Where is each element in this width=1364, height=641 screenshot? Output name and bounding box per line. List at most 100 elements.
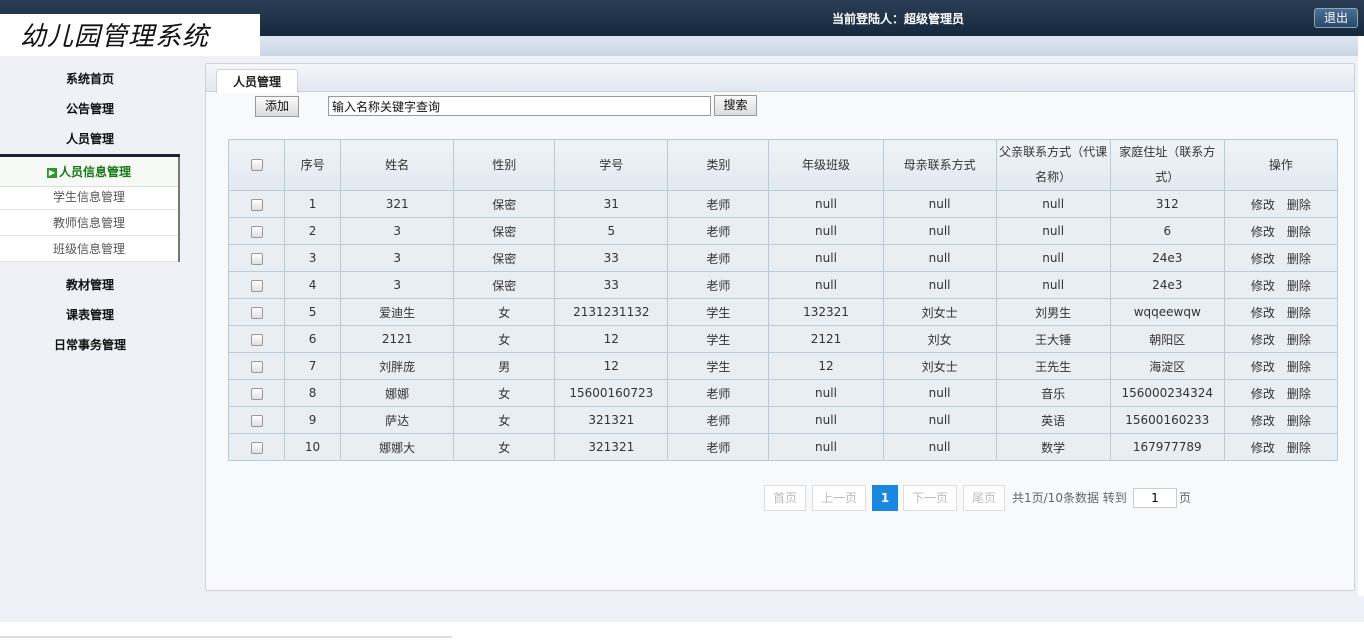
col-header: 家庭住址（联系方式） (1109, 139, 1225, 191)
delete-link[interactable]: 删除 (1287, 225, 1311, 239)
tab-personnel[interactable]: 人员管理 (216, 69, 298, 93)
edit-link[interactable]: 修改 (1251, 252, 1275, 266)
row-actions: 修改 删除 (1223, 271, 1339, 299)
row-select-cell (227, 325, 286, 353)
table-cell: 娜娜大 (340, 433, 455, 461)
delete-link[interactable]: 删除 (1287, 360, 1311, 374)
page-1-button[interactable]: 1 (872, 485, 898, 511)
edit-link[interactable]: 修改 (1251, 225, 1275, 239)
table-cell: wqqeewqw (1109, 298, 1225, 326)
row-checkbox[interactable] (250, 414, 263, 427)
table-cell: 保密 (453, 244, 556, 272)
table-cell: 24e3 (1109, 244, 1225, 272)
table-cell: 321321 (554, 406, 669, 434)
sidebar-item-class[interactable]: 班级信息管理 (0, 236, 178, 262)
delete-link[interactable]: 删除 (1287, 441, 1311, 455)
delete-link[interactable]: 删除 (1287, 279, 1311, 293)
table-cell: null (768, 217, 884, 245)
table-cell: 132321 (768, 298, 884, 326)
table-cell: 老师 (667, 217, 770, 245)
table-cell: 15600160723 (554, 379, 669, 407)
menu-home[interactable]: 系统首页 (0, 70, 180, 87)
delete-link[interactable]: 删除 (1287, 306, 1311, 320)
table-cell: 保密 (453, 190, 556, 218)
table-cell: 312 (1109, 190, 1225, 218)
sidebar-item-label: 人员信息管理 (58, 165, 131, 179)
sidebar: 系统首页 公告管理 人员管理 教材管理 课表管理 日常事务管理 (0, 60, 205, 620)
table-cell: 31 (554, 190, 669, 218)
personnel-submenu: ▶ 人员信息管理 学生信息管理 教师信息管理 班级信息管理 (0, 154, 180, 262)
edit-link[interactable]: 修改 (1251, 441, 1275, 455)
delete-link[interactable]: 删除 (1287, 387, 1311, 401)
menu-daily[interactable]: 日常事务管理 (0, 336, 180, 353)
row-checkbox[interactable] (250, 225, 263, 238)
search-button[interactable]: 搜索 (714, 95, 757, 116)
row-checkbox[interactable] (250, 279, 263, 292)
table-cell: null (882, 406, 997, 434)
table-cell: 女 (453, 433, 556, 461)
table-cell: null (995, 244, 1111, 272)
table-cell: 学生 (667, 352, 770, 380)
delete-link[interactable]: 删除 (1287, 414, 1311, 428)
goto-page-input[interactable] (1133, 488, 1177, 508)
row-select-cell (227, 406, 286, 434)
edit-link[interactable]: 修改 (1251, 414, 1275, 428)
table-cell: null (768, 271, 884, 299)
col-header: 性别 (453, 139, 556, 191)
col-header: 操作 (1223, 139, 1339, 191)
row-actions: 修改 删除 (1223, 217, 1339, 245)
table-cell: 音乐 (995, 379, 1111, 407)
edit-link[interactable]: 修改 (1251, 333, 1275, 347)
table-row: 4 3 保密 33 老师 null null null 24e3 修改 删除 (227, 271, 1339, 299)
table-cell: 女 (453, 406, 556, 434)
menu-textbook[interactable]: 教材管理 (0, 276, 180, 293)
edit-link[interactable]: 修改 (1251, 306, 1275, 320)
row-checkbox[interactable] (250, 360, 263, 373)
table-cell: null (882, 271, 997, 299)
table-cell: null (768, 406, 884, 434)
last-page-button[interactable]: 尾页 (963, 485, 1005, 511)
row-checkbox[interactable] (250, 387, 263, 400)
table-cell: 12 (554, 352, 669, 380)
main-panel: 人员管理 添加 搜索 序号 姓名 性别 学号 类别 年级班级 母亲联系方式 父亲… (205, 63, 1355, 591)
table-cell: 朝阳区 (1109, 325, 1225, 353)
delete-link[interactable]: 删除 (1287, 198, 1311, 212)
table-cell: 3 (340, 244, 455, 272)
sidebar-item-teacher[interactable]: 教师信息管理 (0, 210, 178, 236)
table-cell: 萨达 (340, 406, 455, 434)
select-all-checkbox[interactable] (250, 159, 263, 171)
table-cell: 刘女 (882, 325, 997, 353)
menu-notice[interactable]: 公告管理 (0, 100, 180, 117)
row-checkbox[interactable] (250, 306, 263, 319)
table-cell: null (882, 433, 997, 461)
login-label: 当前登陆人： (832, 12, 905, 26)
delete-link[interactable]: 删除 (1287, 252, 1311, 266)
row-checkbox[interactable] (250, 441, 263, 454)
row-checkbox[interactable] (250, 333, 263, 346)
first-page-button[interactable]: 首页 (764, 485, 806, 511)
sidebar-item-student[interactable]: 学生信息管理 (0, 184, 178, 210)
sidebar-item-personnel-info[interactable]: ▶ 人员信息管理 (0, 157, 178, 187)
row-checkbox[interactable] (250, 252, 263, 265)
next-page-button[interactable]: 下一页 (903, 485, 957, 511)
right-edge (1358, 36, 1364, 596)
edit-link[interactable]: 修改 (1251, 387, 1275, 401)
table-cell: 156000234324 (1109, 379, 1225, 407)
menu-schedule[interactable]: 课表管理 (0, 306, 180, 323)
edit-link[interactable]: 修改 (1251, 360, 1275, 374)
table-cell: 2131231132 (554, 298, 669, 326)
edit-link[interactable]: 修改 (1251, 279, 1275, 293)
row-select-cell (227, 298, 286, 326)
row-select-cell (227, 379, 286, 407)
logout-button[interactable]: 退出 (1314, 8, 1358, 28)
add-button[interactable]: 添加 (255, 96, 299, 117)
search-input[interactable] (328, 96, 711, 116)
menu-personnel[interactable]: 人员管理 (0, 130, 180, 147)
delete-link[interactable]: 删除 (1287, 333, 1311, 347)
table-cell: null (768, 244, 884, 272)
row-checkbox[interactable] (250, 198, 263, 211)
table-row: 3 3 保密 33 老师 null null null 24e3 修改 删除 (227, 244, 1339, 272)
prev-page-button[interactable]: 上一页 (812, 485, 866, 511)
edit-link[interactable]: 修改 (1251, 198, 1275, 212)
personnel-table: 序号 姓名 性别 学号 类别 年级班级 母亲联系方式 父亲联系方式（代课名称） … (227, 139, 1339, 461)
